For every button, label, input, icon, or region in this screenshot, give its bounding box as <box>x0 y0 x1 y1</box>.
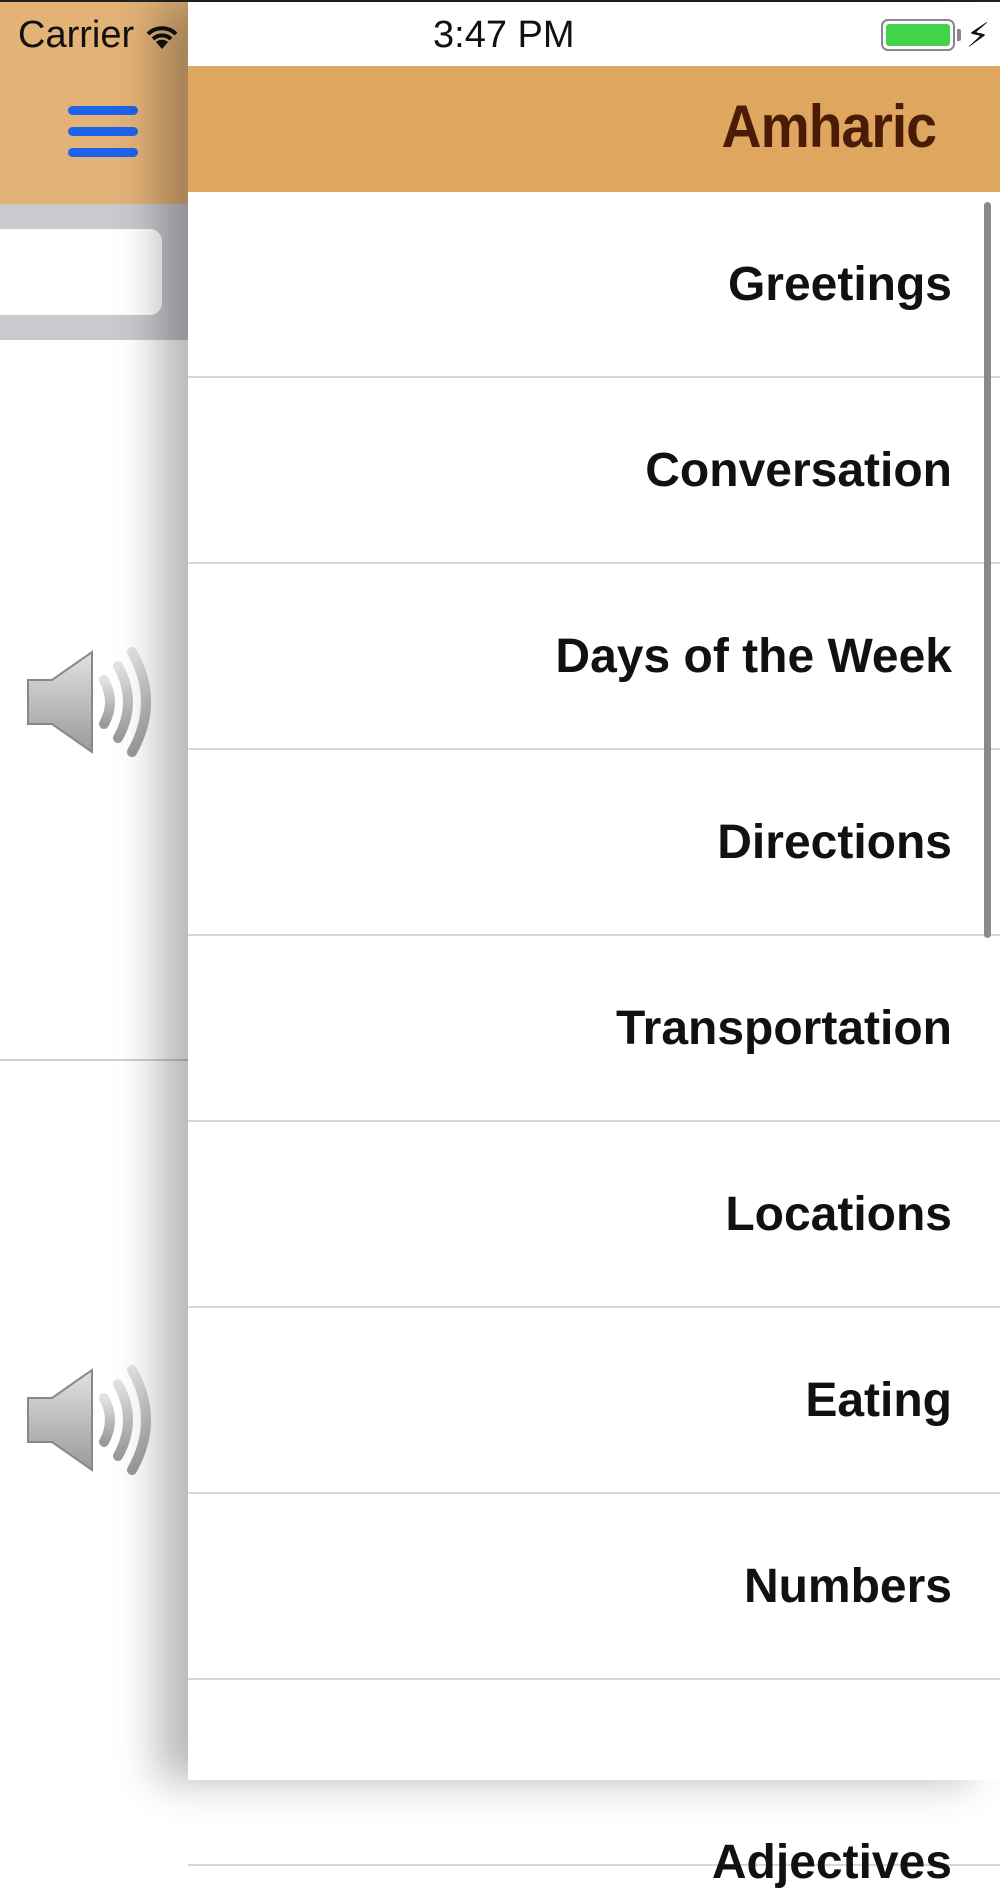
menu-item-numbers[interactable]: Numbers <box>188 1494 1000 1680</box>
menu-item-greetings[interactable]: Greetings <box>188 192 1000 378</box>
menu-item-label: Directions <box>717 815 952 869</box>
menu-item-label: Days of the Week <box>555 629 952 683</box>
menu-item-days-of-the-week[interactable]: Days of the Week <box>188 564 1000 750</box>
menu-item-conversation[interactable]: Conversation <box>188 378 1000 564</box>
menu-item-label: Transportation <box>615 1001 952 1055</box>
menu-item-label: Adjectives <box>711 1835 952 1889</box>
app-title: Amharic <box>721 93 937 160</box>
list-divider <box>0 1059 188 1061</box>
search-bar <box>0 204 188 340</box>
speaker-icon[interactable] <box>24 642 160 762</box>
speaker-icon[interactable] <box>24 1360 160 1480</box>
menu-item-label: Locations <box>725 1187 952 1241</box>
category-list: Greetings Conversation Days of the Week … <box>188 192 1000 1889</box>
hamburger-menu-icon[interactable] <box>68 106 138 158</box>
menu-item-label: Numbers <box>743 1559 952 1613</box>
menu-item-label: Eating <box>805 1373 952 1427</box>
menu-item-eating[interactable]: Eating <box>188 1308 1000 1494</box>
menu-item-directions[interactable]: Directions <box>188 750 1000 936</box>
status-time: 3:47 PM <box>433 14 575 56</box>
menu-item-label: Greetings <box>727 257 952 311</box>
carrier-label: Carrier <box>18 14 135 56</box>
status-bar: 3:47 PM ⚡ <box>188 2 1000 66</box>
menu-item-transportation[interactable]: Transportation <box>188 936 1000 1122</box>
charging-bolt-icon: ⚡ <box>966 17 990 55</box>
search-input[interactable] <box>0 229 162 315</box>
battery-charging-icon <box>881 19 955 51</box>
menu-item-adjectives[interactable]: Adjectives <box>188 1680 1000 1889</box>
menu-header: Amharic <box>188 66 1000 192</box>
scrollbar[interactable] <box>984 202 991 938</box>
wifi-icon <box>146 25 178 49</box>
battery-cap <box>957 29 961 41</box>
underlying-nav-bar: Carrier <box>0 2 188 204</box>
menu-item-locations[interactable]: Locations <box>188 1122 1000 1308</box>
status-carrier: Carrier <box>18 14 180 57</box>
underlying-screen: Carrier <box>0 2 188 1780</box>
side-menu-panel: 3:47 PM ⚡ Amharic Greetings Conversation… <box>188 2 1000 1889</box>
menu-item-label: Conversation <box>645 443 952 497</box>
